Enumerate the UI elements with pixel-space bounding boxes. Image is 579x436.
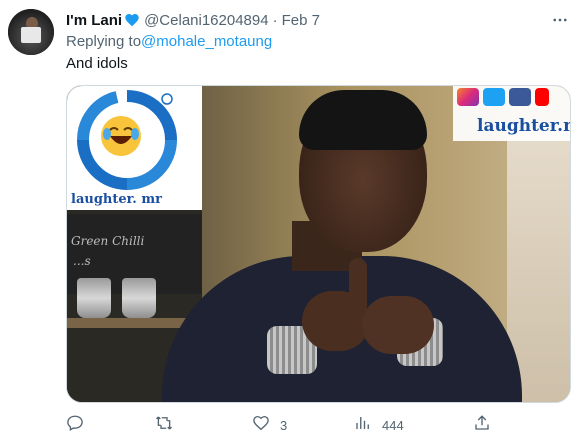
tweet[interactable]: I'm Lani @Celani16204894 · Feb 7 Replyin… (0, 0, 579, 436)
views-icon (354, 414, 372, 436)
avatar-card (21, 27, 41, 43)
share-button[interactable] (473, 414, 491, 436)
separator-dot: · (272, 11, 278, 29)
like-count: 3 (280, 417, 288, 433)
retweet-button[interactable] (154, 414, 184, 436)
tweet-date[interactable]: Feb 7 (282, 12, 320, 29)
watermark-text: laughter.mr (477, 116, 570, 136)
image-watermark: laughter.mr (453, 86, 570, 141)
verified-badge-icon (124, 12, 140, 28)
display-name[interactable]: I'm Lani (66, 12, 122, 29)
replying-mention-link[interactable]: @mohale_motaung (141, 33, 272, 50)
social-icons (457, 88, 549, 106)
image-hand-right (362, 296, 434, 354)
views-count: 444 (382, 417, 404, 433)
replying-to: Replying to@mohale_motaung (66, 33, 272, 50)
tweet-header: I'm Lani @Celani16204894 · Feb 7 (66, 10, 320, 30)
chalkboard-line-2: ...s (73, 254, 91, 268)
retweet-icon (154, 414, 174, 436)
image-finger (349, 258, 367, 314)
reply-button[interactable] (66, 414, 94, 436)
reply-icon (66, 414, 84, 436)
replying-prefix: Replying to (66, 33, 142, 50)
like-icon (252, 414, 270, 436)
tweet-text: And idols (66, 55, 128, 72)
handle[interactable]: @Celani16204894 (144, 12, 269, 29)
image-person-hair (299, 90, 427, 150)
twitter-icon (483, 88, 505, 106)
youtube-icon (535, 88, 549, 106)
instagram-icon (457, 88, 479, 106)
tweet-actions: 3 444 (66, 414, 496, 436)
image-pot-1 (77, 278, 111, 318)
tweet-image[interactable]: Green Chilli ...s laughter. mr laughter. (66, 85, 571, 403)
more-icon[interactable] (550, 10, 570, 30)
facebook-icon (509, 88, 531, 106)
views-button[interactable]: 444 (354, 414, 404, 436)
share-icon (473, 414, 491, 436)
logo-text: laughter. mr (71, 192, 162, 207)
like-button[interactable]: 3 (252, 414, 287, 436)
avatar[interactable] (8, 9, 54, 55)
image-logo: laughter. mr (67, 86, 202, 210)
image-pot-2 (122, 278, 156, 318)
chalkboard-line-1: Green Chilli (71, 234, 145, 248)
laughing-emoji-icon (101, 116, 141, 156)
